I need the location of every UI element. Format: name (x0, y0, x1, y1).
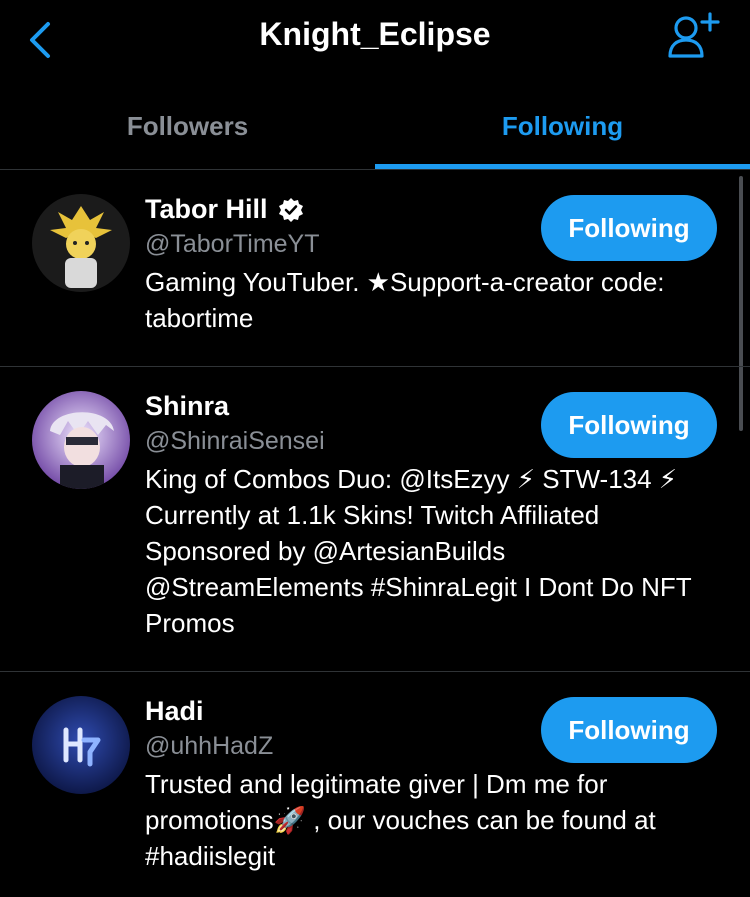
list-item[interactable]: Tabor Hill @TaborTimeYT Gaming YouTuber.… (0, 170, 750, 367)
tab-followers[interactable]: Followers (0, 80, 375, 168)
following-button[interactable]: Following (541, 697, 717, 763)
tab-bar: Followers Following (0, 80, 750, 170)
list-item[interactable]: Hadi @uhhHadZ Trusted and legitimate giv… (0, 672, 750, 897)
user-name: Hadi (145, 696, 204, 726)
avatar[interactable] (32, 194, 130, 292)
page-title: Knight_Eclipse (259, 16, 491, 52)
avatar-image (32, 194, 130, 292)
avatar[interactable] (32, 696, 130, 794)
user-name: Shinra (145, 391, 230, 421)
avatar-image (32, 696, 130, 794)
user-handle: @TaborTimeYT (145, 230, 320, 258)
name-row: Shinra (145, 391, 229, 422)
avatar-image (32, 391, 130, 489)
user-handle: @ShinraiSensei (145, 427, 325, 455)
top-bar: Knight_Eclipse (0, 0, 750, 80)
user-bio: Gaming YouTuber. ★Support-a-creator code… (145, 267, 665, 333)
add-user-icon[interactable] (664, 10, 722, 62)
user-handle: @uhhHadZ (145, 732, 274, 760)
following-button[interactable]: Following (541, 392, 717, 458)
avatar[interactable] (32, 391, 130, 489)
following-button[interactable]: Following (541, 195, 717, 261)
tab-following[interactable]: Following (375, 80, 750, 168)
list-item[interactable]: Shinra @ShinraiSensei King of Combos Duo… (0, 367, 750, 672)
user-bio: King of Combos Duo: @ItsEzyy ⚡ STW-134 ⚡… (145, 464, 692, 638)
verified-badge-icon (278, 197, 303, 222)
user-bio: Trusted and legitimate giver | Dm me for… (145, 769, 656, 871)
user-name: Tabor Hill (145, 194, 268, 224)
name-row: Tabor Hill (145, 194, 304, 225)
name-row: Hadi (145, 696, 204, 727)
